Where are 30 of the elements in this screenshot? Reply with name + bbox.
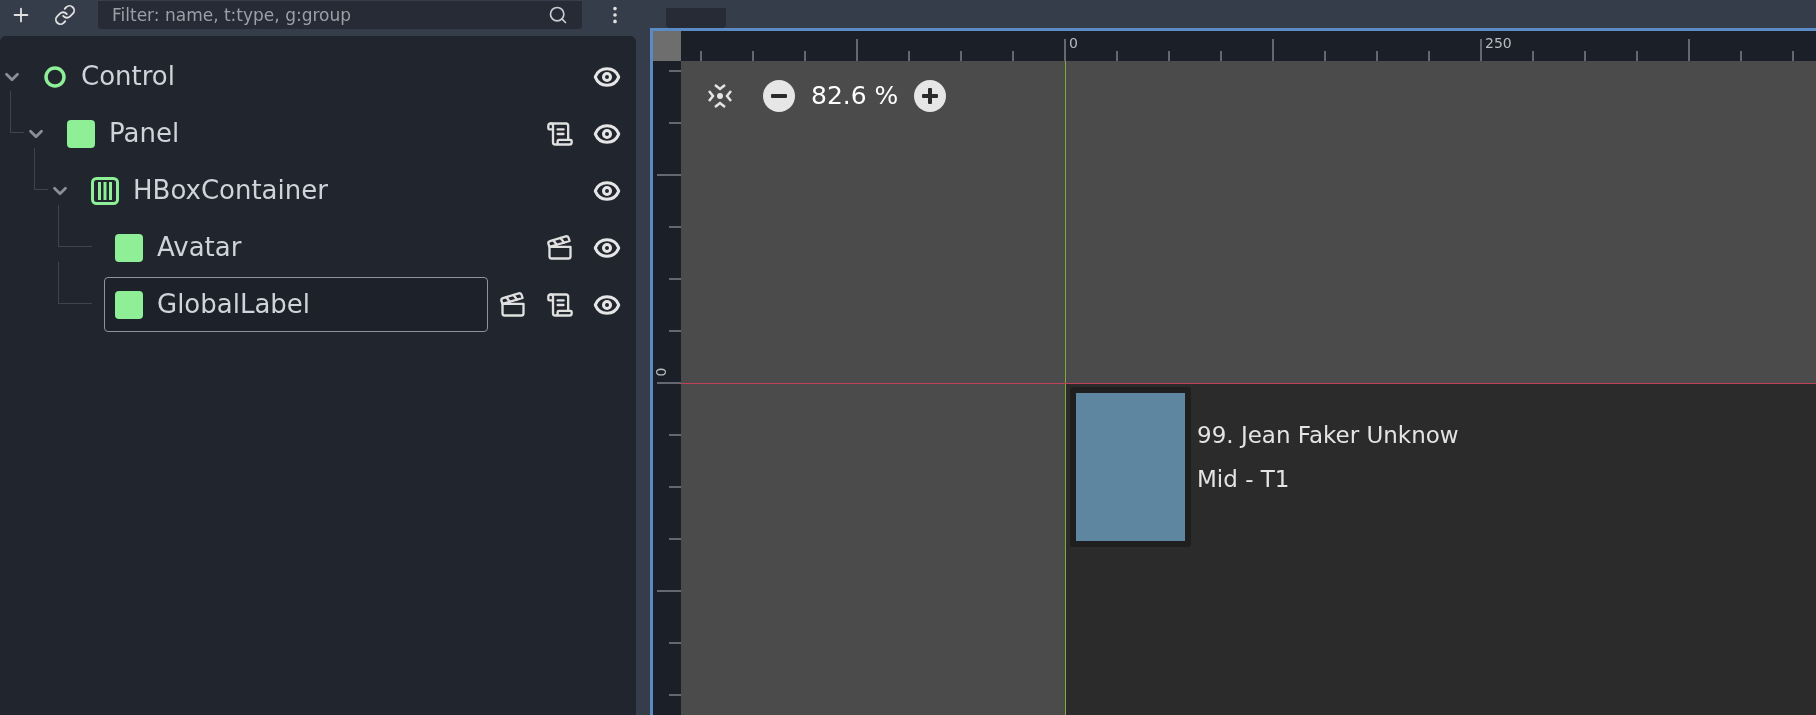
zoom-in-button[interactable] [914,79,947,112]
tree-connector-line [10,91,24,133]
ruler-corner [653,31,681,61]
square-icon [67,119,95,148]
zoom-out-button[interactable] [763,79,795,112]
tree-item[interactable]: Panel [56,106,535,161]
square-icon [115,290,143,319]
plus-icon [922,87,939,104]
tree-item[interactable]: HBoxContainer [80,163,582,218]
square-icon [115,233,143,262]
label-text: 99. Jean Faker Unknow [1197,420,1459,450]
tree-item[interactable]: Avatar [104,220,535,275]
ruler-label: 0 [654,367,669,377]
link-icon[interactable] [54,4,76,26]
ring-icon [43,64,67,89]
columns-icon [91,176,119,205]
filter-field[interactable]: Filter: name, t:type, g:group [98,1,582,29]
tree-item[interactable]: GlobalLabel [104,277,488,332]
clapperboard-icon[interactable] [545,232,575,263]
tree-connector-line [34,148,48,190]
tree-connector-line [58,262,92,304]
label-text: Mid - T1 [1197,465,1291,494]
search-icon [548,5,568,25]
tree-connector-line [58,205,92,247]
ruler-label: 0 [1069,34,1078,53]
zoom-reading: 82.6 % [811,80,899,112]
minus-icon [771,93,787,98]
ruler-label: 250 [1485,34,1512,53]
clapperboard-icon[interactable] [498,289,528,320]
tree-item[interactable]: Control [32,49,582,104]
